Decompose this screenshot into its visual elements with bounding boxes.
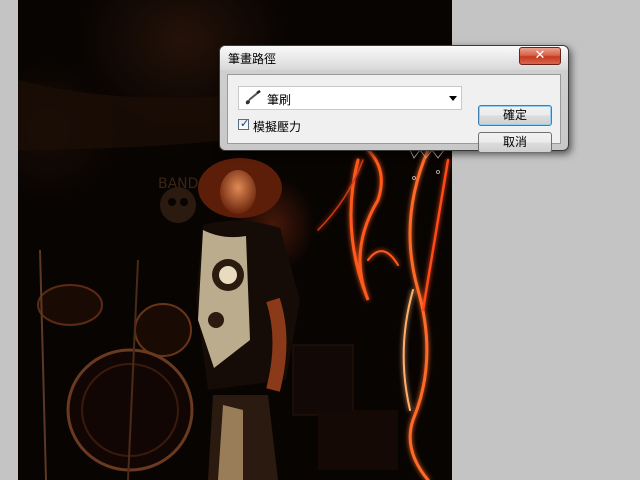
close-icon: ✕ [534, 48, 546, 63]
close-button[interactable]: ✕ [519, 47, 561, 65]
simulate-pressure-checkbox[interactable]: ✓ [238, 117, 250, 130]
stroke-path-dialog: 筆畫路徑 ✕ 筆刷 ✓ 模擬壓力 確定 取消 [219, 45, 569, 153]
tool-select[interactable]: 筆刷 [238, 86, 462, 110]
brush-icon [244, 89, 262, 110]
tool-select-value: 筆刷 [267, 93, 292, 107]
simulate-pressure-label[interactable]: 模擬壓力 [253, 118, 301, 135]
cancel-button[interactable]: 取消 [478, 132, 552, 153]
dialog-titlebar[interactable]: 筆畫路徑 ✕ [220, 46, 568, 70]
dialog-title: 筆畫路徑 [228, 52, 277, 66]
chevron-down-icon[interactable] [449, 96, 457, 101]
checkmark-icon: ✓ [240, 117, 250, 130]
ok-button[interactable]: 確定 [478, 105, 552, 126]
